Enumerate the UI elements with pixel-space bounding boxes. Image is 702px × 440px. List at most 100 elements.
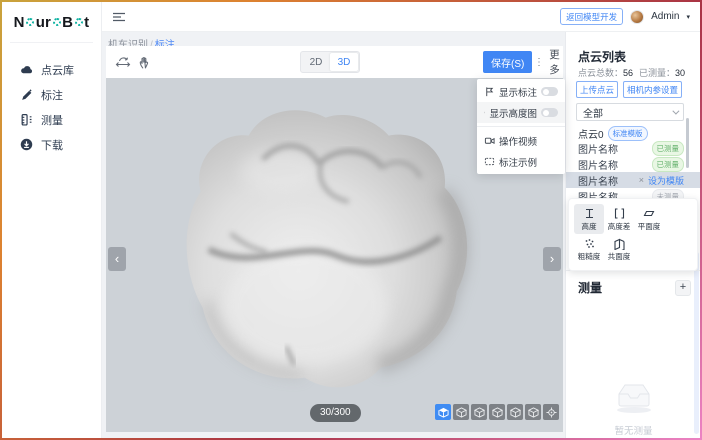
top-bar-right: 返回模型开发 Admin ▾ — [560, 8, 700, 25]
flag-icon — [484, 86, 495, 97]
file-name: 图片名称 — [578, 157, 618, 172]
measure-section: 测量 + — [566, 270, 700, 296]
tab-3d[interactable]: 3D — [330, 53, 358, 71]
file-row[interactable]: 图片名称 已测量 — [566, 156, 700, 172]
panel-title: 点云列表 — [578, 48, 626, 65]
rotate-3d-tool[interactable] — [112, 51, 134, 73]
menu-item-show-annotations[interactable]: 显示标注 — [477, 81, 565, 102]
empty-state: 暂无测量 — [566, 380, 700, 437]
remove-icon[interactable]: × — [639, 175, 644, 185]
tool-roughness[interactable]: 粗糙度 — [574, 234, 604, 264]
sidebar-item-label: 标注 — [41, 87, 63, 103]
divider — [477, 126, 565, 127]
menu-item-label: 显示标注 — [499, 85, 537, 99]
add-measure-button[interactable]: + — [675, 280, 691, 296]
tab-2d[interactable]: 2D — [302, 53, 330, 71]
panel-stats: 点云总数：56已测量：30 — [578, 66, 691, 79]
sidebar-item-measure[interactable]: 测量 — [2, 107, 101, 132]
upload-pointcloud-button[interactable]: 上传点云 — [576, 81, 618, 98]
show-annotations-toggle[interactable] — [541, 87, 558, 96]
locate-icon — [546, 407, 557, 418]
logo-text: ur — [36, 14, 51, 31]
empty-box-icon — [611, 380, 657, 414]
gear-icon — [53, 18, 61, 26]
status-badge: 已测量 — [652, 141, 685, 156]
caret-down-icon: ▾ — [686, 13, 690, 21]
template-badge: 标准模版 — [608, 126, 648, 141]
download-icon — [20, 138, 33, 151]
filter-select[interactable]: 全部 — [576, 103, 684, 121]
cube-icon — [438, 407, 449, 418]
status-badge: 已测量 — [652, 157, 685, 172]
tool-label: 高度 — [581, 221, 596, 231]
cube-icon — [456, 407, 467, 418]
neurobot-app: N ur B t 点云库 标注 测量 下载 — [2, 2, 700, 438]
view-cube-left-button[interactable] — [453, 404, 469, 420]
measured-label: 已测量： — [639, 68, 675, 78]
locate-center-button[interactable] — [543, 404, 559, 420]
frame-counter: 30/300 — [310, 404, 361, 422]
total-count: 56 — [623, 68, 633, 78]
tool-coplanarity[interactable]: 共面度 — [604, 234, 634, 264]
tool-flatness[interactable]: 平面度 — [634, 204, 664, 234]
logo-text: B — [62, 14, 73, 31]
back-to-model-dev-button[interactable]: 返回模型开发 — [560, 8, 623, 25]
screenshot-frame: N ur B t 点云库 标注 测量 下载 — [0, 0, 702, 440]
pointcloud-group-row[interactable]: 点云0 标准模版 — [578, 126, 648, 141]
scrollbar-thumb[interactable] — [686, 118, 689, 168]
pen-icon — [20, 88, 33, 101]
more-dropdown-menu: 显示标注 显示高度图 操作视频 标注示例 — [477, 79, 565, 174]
sidebar-item-pointcloud-library[interactable]: 点云库 — [2, 57, 101, 82]
avatar[interactable] — [630, 10, 644, 24]
sidebar-item-label: 测量 — [41, 112, 63, 128]
gear-icon — [26, 18, 34, 26]
view-cube-solid-button[interactable] — [435, 404, 451, 420]
flatness-icon — [643, 207, 656, 220]
filter-select-value: 全部 — [583, 105, 603, 120]
menu-item-tutorial-video[interactable]: 操作视频 — [477, 130, 565, 151]
file-row[interactable]: 图片名称 已测量 — [566, 140, 700, 156]
tool-label: 共面度 — [608, 251, 631, 261]
height-icon — [583, 207, 596, 220]
cube-icon — [528, 407, 539, 418]
rotate-3d-icon — [115, 55, 131, 69]
collapse-sidebar-icon[interactable] — [112, 11, 126, 23]
file-row-selected[interactable]: 图片名称 × 设为模版 — [566, 172, 700, 188]
height-gauge-icon — [484, 107, 485, 118]
next-pointcloud-button[interactable]: › — [543, 247, 561, 271]
palette-grid: 高度 高度差 平面度 粗糙度 共面度 — [574, 204, 692, 264]
view-cube-bottom-button[interactable] — [525, 404, 541, 420]
view-cube-back-button[interactable] — [471, 404, 487, 420]
save-button[interactable]: 保存(S) — [483, 51, 532, 73]
tool-height-difference[interactable]: 高度差 — [604, 204, 634, 234]
set-template-action[interactable]: 设为模版 — [648, 174, 684, 187]
sidebar-item-download[interactable]: 下载 — [2, 132, 101, 157]
camera-intrinsics-button[interactable]: 相机内参设置 — [623, 81, 682, 98]
frame-icon — [484, 156, 495, 167]
file-name: 图片名称 — [578, 141, 618, 156]
tool-height[interactable]: 高度 — [574, 204, 604, 234]
cube-icon — [474, 407, 485, 418]
sidebar-item-label: 下载 — [41, 137, 63, 153]
group-name: 点云0 — [578, 126, 604, 141]
view-cube-front-button[interactable] — [507, 404, 523, 420]
menu-item-show-heightmap[interactable]: 显示高度图 — [477, 102, 565, 123]
cube-icon — [510, 407, 521, 418]
view-cube-buttons — [435, 404, 559, 420]
cube-icon — [492, 407, 503, 418]
prev-pointcloud-button[interactable]: ‹ — [108, 247, 126, 271]
sidebar-item-annotation[interactable]: 标注 — [2, 82, 101, 107]
ruler-icon — [20, 113, 33, 126]
video-icon — [484, 135, 495, 146]
menu-item-annotation-example[interactable]: 标注示例 — [477, 151, 565, 172]
sidebar-item-label: 点云库 — [41, 62, 74, 78]
user-menu[interactable]: Admin — [651, 11, 679, 22]
view-cube-right-button[interactable] — [489, 404, 505, 420]
sidebar: N ur B t 点云库 标注 测量 下载 — [2, 2, 102, 438]
measured-count: 30 — [675, 68, 685, 78]
pan-tool[interactable] — [134, 51, 156, 73]
show-heightmap-toggle[interactable] — [541, 108, 558, 117]
height-diff-icon — [613, 207, 626, 220]
sidebar-nav: 点云库 标注 测量 下载 — [2, 57, 101, 157]
more-button[interactable]: ⋮ 更多 — [534, 51, 563, 73]
